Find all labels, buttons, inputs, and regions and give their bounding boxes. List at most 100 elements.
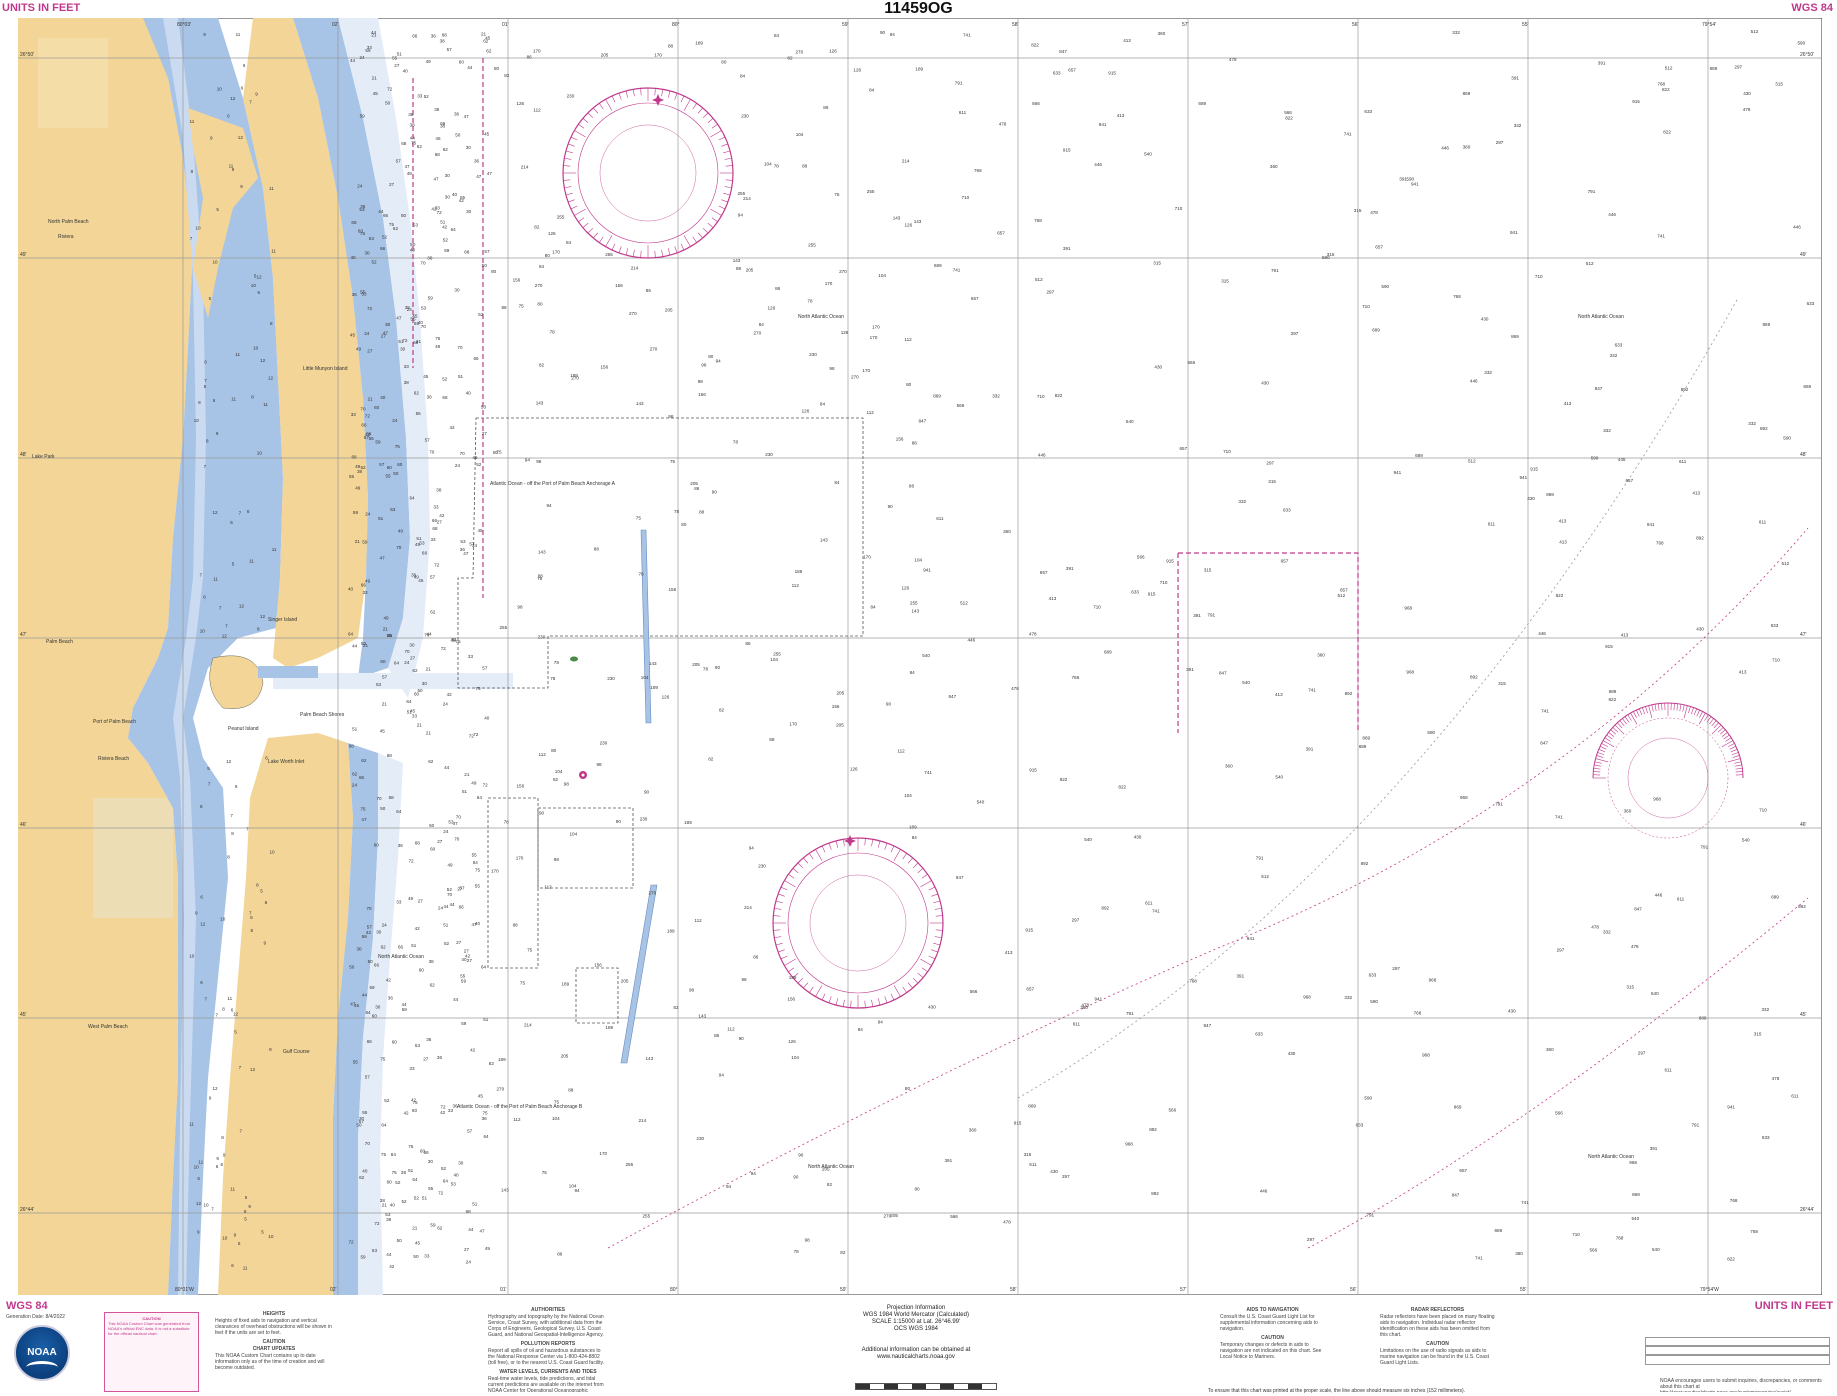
sounding-label: 478 bbox=[999, 121, 1007, 126]
sounding-label: 710 bbox=[1160, 580, 1168, 585]
sounding-label: 40 bbox=[484, 716, 490, 721]
sounding-label: 270 bbox=[650, 346, 658, 351]
sounding-label: 52 bbox=[447, 887, 453, 892]
sounding-label: 82 bbox=[504, 73, 510, 78]
sounding-label: 80 bbox=[906, 382, 912, 387]
sounding-label: 689 bbox=[1771, 895, 1779, 900]
sounding-label: 80 bbox=[708, 354, 714, 359]
top-bar: UNITS IN FEET 11459OG WGS 84 bbox=[0, 0, 1837, 18]
sounding-label: 98 bbox=[517, 605, 523, 610]
sounding-label: 49 bbox=[356, 347, 362, 352]
sounding-label: 8 bbox=[231, 831, 234, 836]
sounding-label: 10 bbox=[200, 628, 206, 633]
sounding-label: 822 bbox=[1285, 116, 1293, 121]
sounding-label: 72 bbox=[483, 783, 489, 788]
sounding-label: 36 bbox=[426, 1037, 432, 1042]
sounding-label: 36 bbox=[388, 995, 394, 1000]
sounding-label: 205 bbox=[601, 53, 609, 58]
sounding-label: 104 bbox=[904, 793, 912, 798]
sounding-label: 391 bbox=[1511, 75, 1519, 80]
latitude-label-left: 26°44' bbox=[20, 1207, 34, 1213]
sounding-label: 7 bbox=[204, 464, 207, 469]
sounding-label: 52 bbox=[382, 235, 388, 240]
place-label: North Atlantic Ocean bbox=[798, 314, 844, 320]
sounding-label: 822 bbox=[1609, 697, 1617, 702]
sounding-label: 112 bbox=[904, 337, 912, 342]
sounding-label: 98 bbox=[829, 366, 835, 371]
sounding-label: 869 bbox=[1511, 334, 1519, 339]
sounding-label: 822 bbox=[1118, 785, 1126, 790]
sounding-label: 540 bbox=[1632, 1216, 1640, 1221]
sounding-label: 512 bbox=[1035, 277, 1043, 282]
sounding-label: 59 bbox=[362, 934, 368, 939]
sounding-label: 791 bbox=[1271, 268, 1279, 273]
sounding-label: 44 bbox=[350, 58, 356, 63]
latitude-label-left: 46' bbox=[20, 822, 27, 828]
sounding-label: 6 bbox=[200, 895, 203, 900]
sounding-label: 94 bbox=[751, 1171, 757, 1176]
place-label: Palm Beach Shores bbox=[300, 712, 345, 718]
sounding-label: 478 bbox=[1229, 57, 1237, 62]
sounding-label: 33 bbox=[396, 900, 402, 905]
sounding-label: 941 bbox=[1411, 182, 1419, 187]
sounding-label: 126 bbox=[768, 305, 776, 310]
sounding-label: 297 bbox=[1047, 290, 1055, 295]
sounding-label: 143 bbox=[646, 1056, 654, 1061]
edition-table bbox=[1645, 1337, 1830, 1365]
sounding-label: 540 bbox=[1242, 680, 1250, 685]
sounding-label: 126 bbox=[788, 1039, 796, 1044]
currents-text: Real-time water levels, tide predictions… bbox=[488, 1376, 604, 1392]
sounding-label: 49 bbox=[448, 863, 454, 868]
sounding-label: 50 bbox=[413, 1254, 419, 1259]
sounding-label: 66 bbox=[367, 1039, 373, 1044]
sounding-label: 47 bbox=[380, 555, 386, 560]
sounding-label: 98 bbox=[597, 762, 603, 767]
sounding-label: 49 bbox=[485, 1246, 491, 1251]
sounding-label: 86 bbox=[753, 955, 759, 960]
sounding-label: 60 bbox=[380, 659, 386, 664]
sounding-label: 413 bbox=[1275, 692, 1283, 697]
sounding-label: 68 bbox=[413, 340, 419, 345]
sounding-label: 75 bbox=[520, 980, 526, 985]
sounding-label: 33 bbox=[451, 638, 457, 643]
nautical-chart-map[interactable]: 2124273033363840424445474950515253555759… bbox=[18, 18, 1822, 1295]
sounding-label: 255 bbox=[605, 252, 613, 257]
sounding-label: 9 bbox=[232, 167, 235, 172]
sounding-label: 791 bbox=[1588, 189, 1596, 194]
sounding-label: 189 bbox=[650, 685, 658, 690]
sounding-label: 9 bbox=[216, 431, 219, 436]
sounding-label: 360 bbox=[1158, 31, 1166, 36]
sounding-label: 98 bbox=[742, 977, 748, 982]
sounding-label: 90 bbox=[644, 790, 650, 795]
sounding-label: 45 bbox=[478, 528, 484, 533]
sounding-label: 255 bbox=[773, 651, 781, 656]
sounding-label: 72 bbox=[440, 1105, 446, 1110]
sounding-label: 10 bbox=[268, 1234, 274, 1239]
sounding-label: 892 bbox=[1151, 1191, 1159, 1196]
sounding-label: 78 bbox=[794, 1249, 800, 1254]
sounding-label: 270 bbox=[497, 1087, 505, 1092]
sounding-label: 57 bbox=[469, 541, 475, 546]
longitude-label-bottom: 58' bbox=[1010, 1287, 1017, 1293]
sounding-label: 126 bbox=[802, 409, 810, 414]
sounding-label: 75 bbox=[636, 516, 642, 521]
sounding-label: 11 bbox=[227, 996, 232, 1001]
sounding-label: 60 bbox=[414, 692, 420, 697]
sounding-label: 9 bbox=[210, 135, 213, 140]
sounding-label: 332 bbox=[1610, 353, 1618, 358]
sounding-label: 59 bbox=[402, 1007, 408, 1012]
sounding-label: 633 bbox=[1255, 1031, 1263, 1036]
sounding-label: 104 bbox=[552, 1116, 560, 1121]
sounding-label: 611 bbox=[1073, 1022, 1081, 1027]
sounding-label: 53 bbox=[460, 539, 466, 544]
sounding-label: 50 bbox=[429, 823, 435, 828]
sounding-label: 60 bbox=[412, 1108, 418, 1113]
sounding-label: 7 bbox=[205, 997, 208, 1002]
sounding-label: 214 bbox=[631, 266, 639, 271]
latitude-label-right: 49' bbox=[1800, 252, 1807, 258]
sounding-label: 62 bbox=[428, 759, 434, 764]
sounding-label: 156 bbox=[698, 392, 706, 397]
sounding-label: 12 bbox=[268, 376, 274, 381]
sounding-label: 255 bbox=[910, 601, 918, 606]
sounding-label: 57 bbox=[425, 438, 431, 443]
